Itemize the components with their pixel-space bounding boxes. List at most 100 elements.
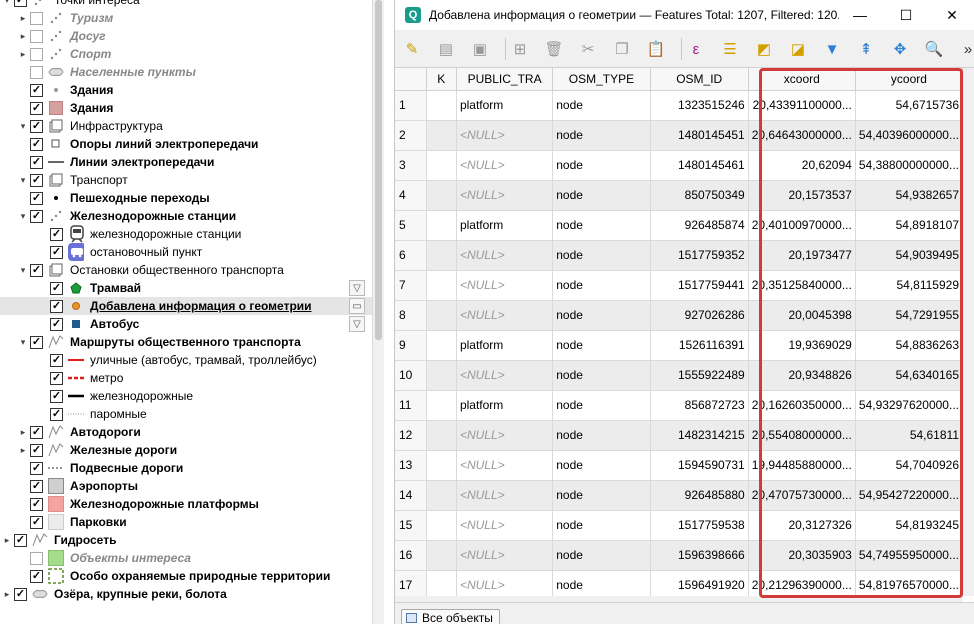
cell-k[interactable]	[426, 330, 457, 361]
maximize-button[interactable]: ☐	[883, 0, 929, 30]
cell-xcoord[interactable]: 20,55408000000...	[748, 420, 856, 451]
layer-tree-item[interactable]: ✓ Аэропорты	[0, 477, 372, 495]
layer-tree-item[interactable]: ✓ Здания	[0, 81, 372, 99]
layer-visibility-checkbox[interactable]: ✓	[30, 138, 43, 151]
layer-visibility-checkbox[interactable]: ✓	[30, 426, 43, 439]
cell-osm-id[interactable]: 927026286	[650, 300, 749, 331]
cell-osm-id[interactable]: 926485880	[650, 480, 749, 511]
cut-icon[interactable]: ✂	[577, 38, 599, 60]
cell-ycoord[interactable]: 54,8115929	[855, 270, 963, 301]
cell-osm-id[interactable]: 1517759352	[650, 240, 749, 271]
cell-osm-type[interactable]: node	[552, 330, 651, 361]
table-row[interactable]: 12 <NULL> node 1482314215 20,55408000000... 5…	[395, 420, 963, 451]
cell-ycoord[interactable]: 54,38800000000...	[855, 150, 963, 181]
layer-visibility-checkbox[interactable]: ✓	[50, 228, 63, 241]
multi-edit-icon[interactable]: ▤	[435, 38, 457, 60]
table-row[interactable]: 4 <NULL> node 850750349 20,1573537 54,9382657	[395, 180, 963, 211]
cell-xcoord[interactable]: 20,40100970000...	[748, 210, 856, 241]
cell-xcoord[interactable]: 19,9369029	[748, 330, 856, 361]
cell-osm-type[interactable]: node	[552, 180, 651, 211]
table-row[interactable]: 11 platform node 856872723 20,16260350000...…	[395, 390, 963, 421]
layer-tree-item[interactable]: ✓ метро	[0, 369, 372, 387]
table-row[interactable]: 2 <NULL> node 1480145451 20,64643000000... 54…	[395, 120, 963, 151]
cell-osm-id[interactable]: 1596398666	[650, 540, 749, 571]
toggle-editing-icon[interactable]: ✎	[401, 38, 423, 60]
table-row[interactable]: 17 <NULL> node 1596491920 20,21296390000... 5…	[395, 570, 963, 596]
cell-public-tra[interactable]: <NULL>	[456, 570, 554, 596]
table-row[interactable]: 5 platform node 926485874 20,40100970000... 5…	[395, 210, 963, 241]
layer-tree-item[interactable]: ✓ Здания	[0, 99, 372, 117]
cell-xcoord[interactable]: 20,0045398	[748, 300, 856, 331]
expand-arrow-icon[interactable]: ▾	[18, 171, 28, 189]
expand-arrow-icon[interactable]: ▸	[2, 531, 12, 549]
layer-tree-item[interactable]: ▾ ✓ Остановки общественного транспорта	[0, 261, 372, 279]
layer-tree-item[interactable]: ▸ Досуг	[0, 27, 372, 45]
cell-ycoord[interactable]: 54,7040926	[855, 450, 963, 481]
cell-xcoord[interactable]: 20,62094	[748, 150, 856, 181]
cell-ycoord[interactable]: 54,6340165	[855, 360, 963, 391]
layer-visibility-checkbox[interactable]: ✓	[30, 480, 43, 493]
cell-ycoord[interactable]: 54,7291955	[855, 300, 963, 331]
cell-k[interactable]	[426, 360, 457, 391]
cell-osm-id[interactable]: 1517759441	[650, 270, 749, 301]
cell-ycoord[interactable]: 54,8193245	[855, 510, 963, 541]
cell-public-tra[interactable]: <NULL>	[456, 510, 554, 541]
invert-selection-icon[interactable]: ◩	[753, 38, 775, 60]
layer-tree-item[interactable]: ▸ ✓ Автодороги	[0, 423, 372, 441]
cell-xcoord[interactable]: 20,1573537	[748, 180, 856, 211]
cell-ycoord[interactable]: 54,74955950000...	[855, 540, 963, 571]
expand-arrow-icon[interactable]: ▾	[18, 261, 28, 279]
column-header-osm-id[interactable]: OSM_ID	[650, 68, 749, 91]
layer-visibility-checkbox[interactable]: ✓	[50, 282, 63, 295]
cell-osm-type[interactable]: node	[552, 270, 651, 301]
cell-k[interactable]	[426, 210, 457, 241]
row-number[interactable]: 14	[395, 480, 427, 511]
row-number[interactable]: 10	[395, 360, 427, 391]
expand-arrow-icon[interactable]: ▾	[18, 333, 28, 351]
cell-osm-type[interactable]: node	[552, 540, 651, 571]
copy-icon[interactable]: ❐	[611, 38, 633, 60]
cell-ycoord[interactable]: 54,93297620000...	[855, 390, 963, 421]
cell-osm-type[interactable]: node	[552, 450, 651, 481]
layer-visibility-checkbox[interactable]	[30, 12, 43, 25]
layer-visibility-checkbox[interactable]: ✓	[30, 462, 43, 475]
cell-osm-type[interactable]: node	[552, 240, 651, 271]
paste-icon[interactable]: 📋	[645, 38, 667, 60]
cell-public-tra[interactable]: <NULL>	[456, 120, 554, 151]
cell-xcoord[interactable]: 20,9348826	[748, 360, 856, 391]
expand-arrow-icon[interactable]: ▸	[18, 27, 28, 45]
expand-arrow-icon[interactable]: ▸	[18, 9, 28, 27]
pan-to-selected-icon[interactable]: ✥	[889, 38, 911, 60]
table-row[interactable]: 7 <NULL> node 1517759441 20,35125840000... 54…	[395, 270, 963, 301]
cell-public-tra[interactable]: <NULL>	[456, 360, 554, 391]
row-number[interactable]: 8	[395, 300, 427, 331]
cell-public-tra[interactable]: <NULL>	[456, 540, 554, 571]
cell-k[interactable]	[426, 120, 457, 151]
layer-tree-item[interactable]: ▾ ✓ Железнодорожные станции	[0, 207, 372, 225]
layer-tree-item[interactable]: ✓ железнодорожные	[0, 387, 372, 405]
cell-osm-type[interactable]: node	[552, 420, 651, 451]
cell-osm-type[interactable]: node	[552, 150, 651, 181]
layers-scrollbar[interactable]	[372, 0, 384, 624]
row-number[interactable]: 3	[395, 150, 427, 181]
edit-filter-icon[interactable]: ▭	[349, 298, 365, 314]
layer-visibility-checkbox[interactable]: ✓	[50, 408, 63, 421]
layer-tree-item[interactable]: ▾ ✓ Маршруты общественного транспорта	[0, 333, 372, 351]
cell-ycoord[interactable]: 54,81976570000...	[855, 570, 963, 596]
cell-xcoord[interactable]: 20,47075730000...	[748, 480, 856, 511]
row-number[interactable]: 16	[395, 540, 427, 571]
cell-k[interactable]	[426, 450, 457, 481]
layer-visibility-checkbox[interactable]: ✓	[30, 570, 43, 583]
layer-tree-item[interactable]: ✓ паромные	[0, 405, 372, 423]
table-row[interactable]: 10 <NULL> node 1555922489 20,9348826 54,63401…	[395, 360, 963, 391]
cell-xcoord[interactable]: 20,21296390000...	[748, 570, 856, 596]
layer-visibility-checkbox[interactable]: ✓	[30, 516, 43, 529]
layer-tree-item[interactable]: ▸ Спорт	[0, 45, 372, 63]
cell-k[interactable]	[426, 420, 457, 451]
cell-k[interactable]	[426, 180, 457, 211]
layer-tree-item[interactable]: ▾ ✓ Транспорт	[0, 171, 372, 189]
close-button[interactable]: ✕	[929, 0, 974, 30]
column-header-ycoord[interactable]: ycoord	[855, 68, 963, 91]
cell-osm-type[interactable]: node	[552, 210, 651, 241]
row-number[interactable]: 15	[395, 510, 427, 541]
